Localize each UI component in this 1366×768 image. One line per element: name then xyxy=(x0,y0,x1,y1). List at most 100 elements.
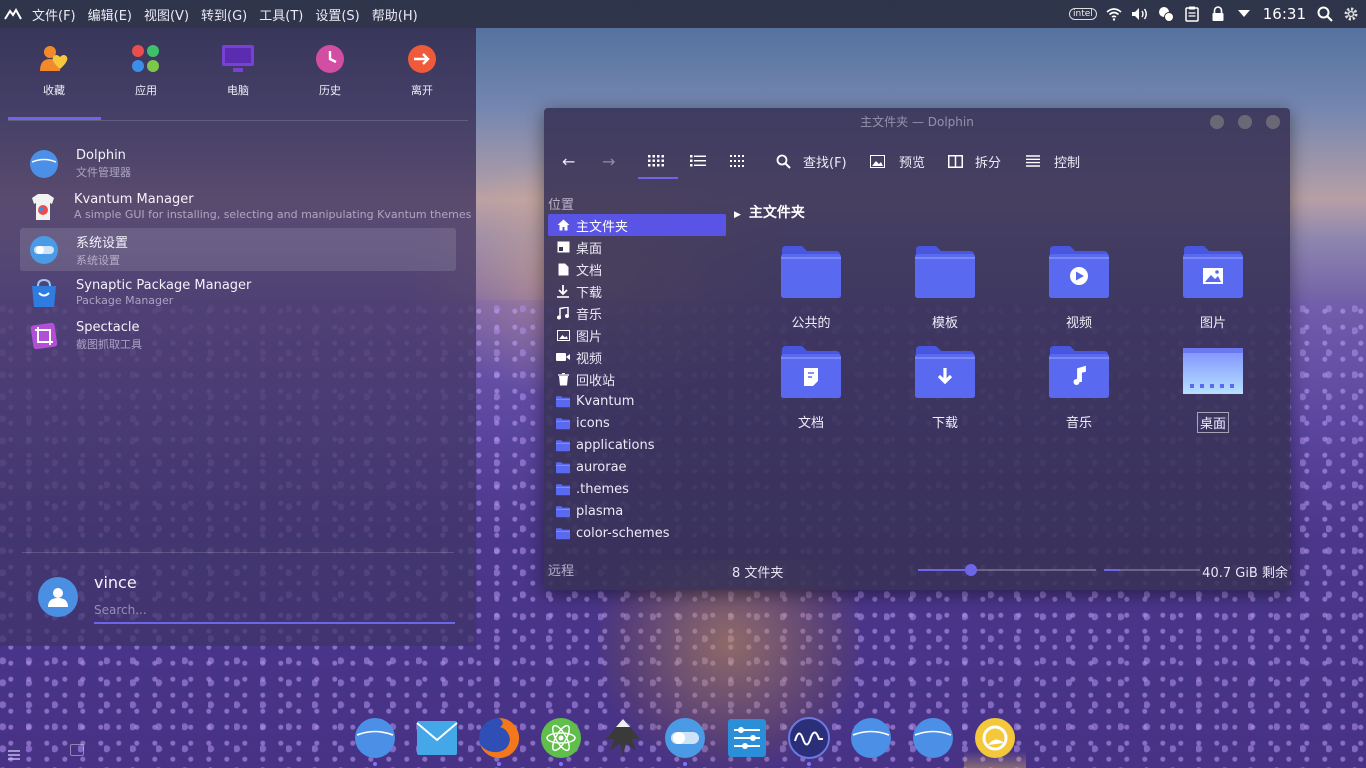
app-item-dolphin[interactable]: Dolphin 文件管理器 xyxy=(20,142,456,185)
menu-item[interactable]: 文件(F) xyxy=(26,5,82,24)
window-titlebar[interactable]: 主文件夹 — Dolphin xyxy=(544,108,1290,136)
places-item-folder[interactable]: icons xyxy=(548,412,726,434)
zoom-slider[interactable] xyxy=(918,564,1096,576)
compact-view-button[interactable] xyxy=(730,145,744,177)
running-indicator xyxy=(807,762,811,766)
clipboard-icon[interactable] xyxy=(1183,5,1201,23)
category-history[interactable]: 历史 xyxy=(284,28,376,120)
folder-item[interactable]: 公共的 xyxy=(744,244,878,334)
intel-icon[interactable]: intel xyxy=(1068,8,1097,20)
places-item-download[interactable]: 下载 xyxy=(548,280,726,302)
breadcrumb-item: 主文件夹 xyxy=(748,205,805,221)
dock-item-firefox[interactable] xyxy=(468,712,530,768)
icons-view-button[interactable] xyxy=(648,145,664,177)
breadcrumb[interactable]: ▶ 主文件夹 xyxy=(734,202,805,222)
preview-button[interactable]: 预览 xyxy=(870,145,925,177)
maximize-button[interactable] xyxy=(1238,115,1252,129)
places-item-folder[interactable]: .themes xyxy=(548,478,726,500)
folder-item[interactable]: 文档 xyxy=(744,344,878,434)
close-button[interactable] xyxy=(1266,115,1280,129)
dock-item-inkscape[interactable] xyxy=(592,712,654,768)
forward-button[interactable]: → xyxy=(602,145,615,177)
places-item-picture[interactable]: 图片 xyxy=(548,324,726,346)
show-desktop-icon[interactable] xyxy=(70,744,84,756)
places-item-label: plasma xyxy=(576,503,624,519)
wifi-icon[interactable] xyxy=(1105,5,1123,23)
places-item-video[interactable]: 视频 xyxy=(548,346,726,368)
places-item-trash[interactable]: 回收站 xyxy=(548,368,726,390)
places-item-desktop[interactable]: 桌面 xyxy=(548,236,726,258)
dock-item-control-panel[interactable] xyxy=(716,712,778,768)
divider xyxy=(22,552,454,553)
places-item-label: 音乐 xyxy=(576,307,603,323)
minimize-button[interactable] xyxy=(1210,115,1224,129)
dock-item-dolphin[interactable] xyxy=(840,712,902,768)
volume-icon[interactable] xyxy=(1131,5,1149,23)
places-item-folder[interactable]: aurorae xyxy=(548,456,726,478)
places-item-music[interactable]: 音乐 xyxy=(548,302,726,324)
category-favorites[interactable]: 收藏 xyxy=(8,28,100,120)
find-button[interactable]: 查找(F) xyxy=(776,145,847,177)
search-icon[interactable] xyxy=(1316,5,1334,23)
dock-item-mail[interactable] xyxy=(406,712,468,768)
app-logo-icon[interactable] xyxy=(0,0,26,28)
app-item-spectacle[interactable]: Spectacle 截图抓取工具 xyxy=(20,314,456,357)
search-input[interactable] xyxy=(94,598,455,624)
free-space-fill xyxy=(1104,569,1121,571)
dock-item-weather[interactable] xyxy=(964,712,1026,768)
menu-item[interactable]: 视图(V) xyxy=(138,5,195,24)
category-applications[interactable]: 应用 xyxy=(100,28,192,120)
dock-item-atom[interactable] xyxy=(530,712,592,768)
app-item-kvantum[interactable]: Kvantum Manager A simple GUI for installi… xyxy=(20,185,471,228)
menu-item[interactable]: 编辑(E) xyxy=(82,5,138,24)
download-icon xyxy=(556,284,570,298)
app-item-synaptic[interactable]: Synaptic Package Manager Package Manager xyxy=(20,271,456,314)
launcher-app-list: Dolphin 文件管理器 Kvantum Manager A simple GUI… xyxy=(20,142,471,357)
dock-item-dolphin[interactable] xyxy=(902,712,964,768)
menu-item[interactable]: 工具(T) xyxy=(253,5,309,24)
folder-label: 下载 xyxy=(931,416,958,431)
desktop-icon xyxy=(556,241,570,253)
folder-item[interactable]: 视频 xyxy=(1012,244,1146,334)
places-item-folder[interactable]: applications xyxy=(548,434,726,456)
dock-item-dolphin[interactable] xyxy=(344,712,406,768)
zoom-slider-handle[interactable] xyxy=(965,564,978,576)
menu-item[interactable]: 设置(S) xyxy=(309,5,365,24)
avatar[interactable] xyxy=(38,577,78,617)
menu-item[interactable]: 转到(G) xyxy=(195,5,253,24)
folder-item[interactable]: 模板 xyxy=(878,244,1012,334)
folder-item[interactable]: 图片 xyxy=(1146,244,1280,334)
gear-icon[interactable] xyxy=(1342,5,1360,23)
folder-item[interactable]: 桌面 xyxy=(1146,344,1280,434)
split-button[interactable]: 拆分 xyxy=(948,145,1001,177)
folder-item[interactable]: 下载 xyxy=(878,344,1012,434)
control-button[interactable]: 控制 xyxy=(1026,145,1080,177)
category-label: 应用 xyxy=(135,84,157,97)
menu-item[interactable]: 帮助(H) xyxy=(366,5,424,24)
places-item-folder[interactable]: Kvantum xyxy=(548,390,726,412)
window-title: 主文件夹 — Dolphin xyxy=(860,115,974,129)
category-computer[interactable]: 电脑 xyxy=(192,28,284,120)
spectacle-icon xyxy=(28,320,60,352)
app-item-system-settings[interactable]: 系统设置 系统设置 xyxy=(20,228,456,271)
folder-icon xyxy=(556,395,570,408)
places-item-home[interactable]: 主文件夹 xyxy=(548,214,726,236)
weather-icon xyxy=(974,717,1016,763)
dock-item-settings-toggle[interactable] xyxy=(654,712,716,768)
details-view-button[interactable] xyxy=(690,145,706,177)
back-button[interactable]: ← xyxy=(562,145,575,177)
chat-icon[interactable] xyxy=(1157,5,1175,23)
places-item-document[interactable]: 文档 xyxy=(548,258,726,280)
folder-icon xyxy=(556,505,570,518)
folder-item[interactable]: 音乐 xyxy=(1012,344,1146,434)
places-item-folder[interactable]: color-schemes xyxy=(548,522,726,544)
category-leave[interactable]: 离开 xyxy=(376,28,468,120)
clock[interactable]: 16:31 xyxy=(1263,5,1306,23)
lock-icon[interactable] xyxy=(1209,5,1227,23)
dock-item-monitor[interactable] xyxy=(778,712,840,768)
expand-icon[interactable] xyxy=(1235,5,1253,23)
places-item-folder[interactable]: plasma xyxy=(548,500,726,522)
inkscape-icon xyxy=(602,717,644,763)
toolbar: ← → 查找(F) 预览 拆分 控制 xyxy=(544,144,1290,178)
dock-menu-icon[interactable] xyxy=(8,746,22,760)
